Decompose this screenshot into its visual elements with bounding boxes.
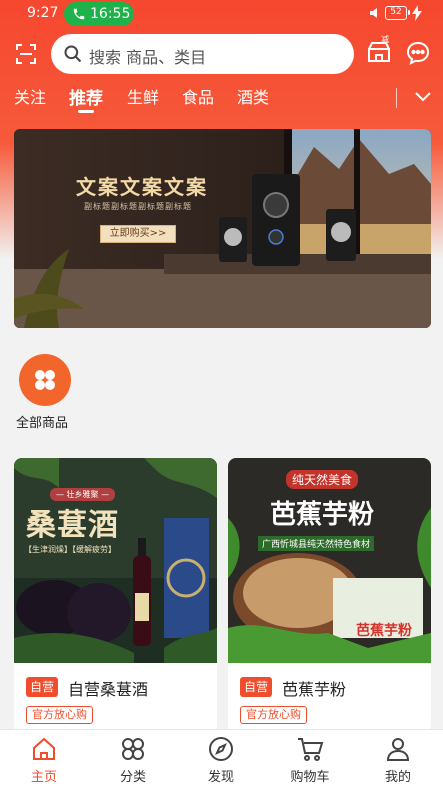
product-image: — 壮乡雅聚 — 桑葚酒 【生津润燥】【缓解疲劳】 — [14, 458, 217, 663]
scan-icon[interactable] — [14, 42, 38, 66]
nav-category[interactable]: 分类 — [103, 736, 163, 785]
official-tag: 官方放心购 — [240, 706, 307, 724]
product-name: 芭蕉芋粉 — [282, 680, 347, 699]
shop-button[interactable]: 减 — [366, 35, 392, 68]
banner-subtitle: 副标题副标题副标题副标题 — [84, 202, 192, 211]
bottom-nav: 主页 分类 发现 购物车 我的 — [0, 729, 443, 793]
all-goods-label: 全部商品 — [16, 416, 69, 431]
nav-discover[interactable]: 发现 — [191, 736, 251, 785]
category-tabs: 关注 推荐 生鲜 食品 酒类 — [0, 84, 443, 114]
image-tagline: 【生津润燥】【缓解疲劳】 — [24, 545, 116, 554]
product-name: 自营桑葚酒 — [68, 680, 149, 699]
nav-mine[interactable]: 我的 — [368, 736, 428, 785]
image-title: 芭蕉芋粉 — [270, 500, 375, 530]
vibrate-icon — [370, 8, 377, 18]
user-icon — [386, 738, 410, 761]
tab-recommend[interactable]: 推荐 — [69, 84, 103, 113]
nav-cart[interactable]: 购物车 — [280, 736, 340, 785]
category-icon — [122, 738, 144, 760]
battery-level: 52 — [390, 7, 402, 17]
cart-icon — [298, 738, 324, 761]
image-tagline: 广西忻城县纯天然特色食材 — [258, 536, 375, 551]
clock: 9:27 — [27, 5, 59, 21]
tab-follow[interactable]: 关注 — [14, 84, 46, 108]
nav-category-label: 分类 — [119, 770, 146, 785]
banner-image — [14, 129, 431, 328]
phone-icon — [73, 8, 85, 20]
product-image: 纯天然美食 芭蕉芋粉 广西忻城县纯天然特色食材 芭蕉芋粉 — [228, 458, 431, 663]
battery-icon: 52 — [385, 6, 410, 20]
chevron-down-icon[interactable] — [414, 90, 432, 102]
top-bar: 搜索 商品、类目 减 — [0, 32, 443, 76]
call-pill[interactable]: 16:55 — [64, 2, 134, 26]
message-icon[interactable] — [405, 40, 431, 66]
shop-badge: 减 — [381, 35, 389, 44]
all-goods-icon-circle — [19, 354, 71, 406]
charging-icon — [412, 5, 422, 21]
nav-mine-label: 我的 — [384, 770, 411, 785]
search-placeholder: 搜索 商品、类目 — [89, 48, 207, 67]
image-box-label: 芭蕉芋粉 — [356, 623, 412, 639]
banner-buy-button[interactable]: 立即购买>> — [100, 225, 176, 243]
mulberry-wine-image — [14, 458, 217, 663]
image-top-label: 纯天然美食 — [286, 470, 359, 489]
banner-title: 文案文案文案 — [76, 175, 208, 199]
tab-fresh[interactable]: 生鲜 — [127, 84, 159, 108]
tab-divider — [396, 88, 397, 108]
nav-home-label: 主页 — [30, 770, 57, 785]
status-bar: 9:27 16:55 52 — [0, 0, 443, 30]
nav-discover-label: 发现 — [207, 770, 234, 785]
tab-wine[interactable]: 酒类 — [237, 84, 269, 108]
self-operated-tag: 自营 — [240, 677, 272, 697]
home-icon — [33, 737, 55, 760]
product-card-canna-starch[interactable]: 纯天然美食 芭蕉芋粉 广西忻城县纯天然特色食材 芭蕉芋粉 自营 芭蕉芋粉 官方放… — [228, 458, 431, 733]
search-bar[interactable]: 搜索 商品、类目 — [51, 34, 354, 74]
compass-icon — [209, 737, 233, 761]
self-operated-tag: 自营 — [26, 677, 58, 697]
clover-icon — [35, 370, 55, 390]
official-tag: 官方放心购 — [26, 706, 93, 724]
image-title: 桑葚酒 — [26, 508, 119, 543]
product-card-mulberry-wine[interactable]: — 壮乡雅聚 — 桑葚酒 【生津润燥】【缓解疲劳】 自营 自营桑葚酒 官方放心购 — [14, 458, 217, 733]
search-icon — [64, 45, 82, 63]
promo-banner[interactable]: 文案文案文案 副标题副标题副标题副标题 立即购买>> — [14, 129, 431, 328]
all-goods-entry[interactable]: 全部商品 — [16, 354, 74, 431]
nav-cart-label: 购物车 — [290, 770, 330, 785]
tab-food[interactable]: 食品 — [182, 84, 214, 108]
call-time: 16:55 — [90, 6, 131, 22]
nav-home[interactable]: 主页 — [14, 736, 74, 785]
